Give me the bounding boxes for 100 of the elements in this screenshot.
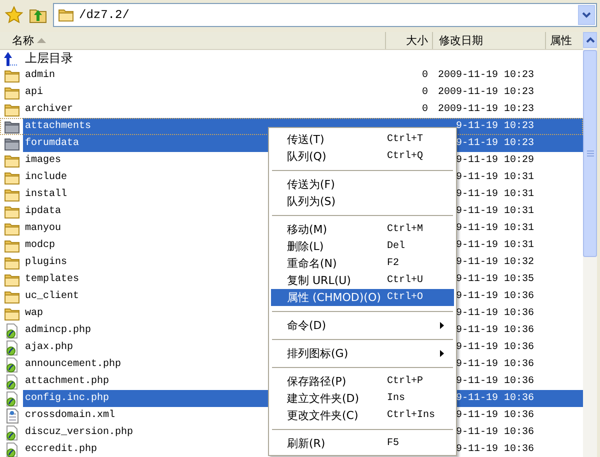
php-file-icon bbox=[4, 340, 20, 356]
menu-item[interactable]: 队列为(S) bbox=[271, 193, 454, 210]
menu-item[interactable]: 建立文件夹(D) Ins bbox=[271, 390, 454, 407]
modified-date: 9-11-19 10:31 bbox=[456, 172, 534, 183]
folder-icon bbox=[4, 152, 20, 168]
scrollbar[interactable] bbox=[583, 32, 597, 457]
file-name[interactable]: discuz_version.php bbox=[23, 427, 136, 438]
menu-item[interactable]: 保存路径(P) Ctrl+P bbox=[271, 373, 454, 390]
file-name[interactable]: announcement.php bbox=[23, 359, 124, 370]
modified-date: 9-11-19 10:29 bbox=[456, 155, 534, 166]
file-name[interactable]: api bbox=[23, 87, 46, 98]
file-name[interactable]: crossdomain.xml bbox=[23, 410, 118, 421]
file-name[interactable]: plugins bbox=[23, 257, 70, 268]
menu-item[interactable]: 传送为(F) bbox=[271, 176, 454, 193]
menu-item[interactable]: 队列(Q) Ctrl+Q bbox=[271, 148, 454, 165]
grip-icon bbox=[586, 150, 594, 157]
file-size: 0 bbox=[422, 87, 428, 98]
scroll-up-button[interactable] bbox=[583, 32, 597, 48]
menu-item[interactable]: 排列图标(G) bbox=[271, 345, 454, 362]
folder-icon bbox=[4, 306, 20, 322]
modified-date: 9-11-19 10:36 bbox=[456, 427, 534, 438]
menu-item[interactable]: 更改文件夹(C) Ctrl+Ins bbox=[271, 407, 454, 424]
chevron-up-icon bbox=[586, 37, 594, 43]
menu-item[interactable]: 移动(M) Ctrl+M bbox=[271, 221, 454, 238]
menu-item[interactable]: 属性 (CHMOD)(O) Ctrl+O bbox=[271, 289, 454, 306]
file-name[interactable]: wap bbox=[23, 308, 46, 319]
file-name[interactable]: ajax.php bbox=[23, 342, 76, 353]
menu-item[interactable]: 命令(D) bbox=[271, 317, 454, 334]
column-header[interactable]: 大小 bbox=[385, 32, 432, 49]
folder-icon bbox=[4, 220, 20, 236]
file-name[interactable]: admin bbox=[23, 70, 58, 81]
php-file-icon bbox=[4, 390, 20, 406]
file-name[interactable]: include bbox=[23, 172, 70, 183]
chevron-down-icon bbox=[582, 12, 591, 18]
modified-date: 9-11-19 10:36 bbox=[456, 291, 534, 302]
file-name[interactable]: admincp.php bbox=[23, 325, 94, 336]
folder-icon bbox=[4, 118, 20, 134]
file-name[interactable]: modcp bbox=[23, 240, 58, 251]
file-name[interactable]: manyou bbox=[23, 223, 64, 234]
scroll-thumb[interactable] bbox=[583, 50, 597, 257]
modified-date: 9-11-19 10:23 bbox=[456, 138, 534, 149]
column-header[interactable]: 修改日期 bbox=[432, 32, 545, 49]
folder-icon bbox=[4, 238, 20, 254]
submenu-arrow-icon bbox=[440, 350, 444, 357]
modified-date: 9-11-19 10:36 bbox=[456, 410, 534, 421]
xml-file-icon bbox=[4, 408, 20, 424]
file-name[interactable]: archiver bbox=[23, 104, 76, 115]
file-size: 0 bbox=[422, 104, 428, 115]
menu-item[interactable]: 重命名(N) F2 bbox=[271, 255, 454, 272]
file-name[interactable]: attachment.php bbox=[23, 376, 112, 387]
menu-item[interactable]: 删除(L) Del bbox=[271, 238, 454, 255]
modified-date: 9-11-19 10:36 bbox=[456, 325, 534, 336]
file-name[interactable]: ipdata bbox=[23, 206, 64, 217]
modified-date: 9-11-19 10:35 bbox=[456, 274, 534, 285]
star-icon[interactable] bbox=[5, 6, 23, 24]
modified-date: 9-11-19 10:36 bbox=[456, 359, 534, 370]
folder-icon bbox=[4, 272, 20, 288]
modified-date: 9-11-19 10:36 bbox=[456, 393, 534, 404]
modified-date: 2009-11-19 10:23 bbox=[438, 70, 534, 81]
modified-date: 9-11-19 10:23 bbox=[456, 121, 534, 132]
file-size: 0 bbox=[422, 70, 428, 81]
folder-icon bbox=[4, 186, 20, 202]
php-file-icon bbox=[4, 374, 20, 390]
modified-date: 9-11-19 10:36 bbox=[456, 342, 534, 353]
column-header[interactable]: 名称 bbox=[0, 32, 385, 49]
modified-date: 2009-11-19 10:23 bbox=[438, 87, 534, 98]
address-field[interactable]: /dz7.2/ bbox=[53, 2, 597, 26]
php-file-icon bbox=[4, 424, 20, 440]
folder-icon bbox=[4, 68, 20, 84]
file-name[interactable]: install bbox=[23, 189, 70, 200]
menu-item[interactable]: 传送(T) Ctrl+T bbox=[271, 131, 454, 148]
modified-date: 9-11-19 10:36 bbox=[456, 444, 534, 455]
folder-icon bbox=[58, 6, 74, 22]
file-name[interactable]: templates bbox=[23, 274, 82, 285]
file-name[interactable]: 上层目录 bbox=[23, 50, 75, 67]
menu-item[interactable]: 刷新(R) F5 bbox=[271, 435, 454, 452]
folder-icon bbox=[4, 84, 20, 100]
modified-date: 9-11-19 10:31 bbox=[456, 189, 534, 200]
folder-icon bbox=[4, 254, 20, 270]
modified-date: 9-11-19 10:31 bbox=[456, 223, 534, 234]
modified-date: 9-11-19 10:31 bbox=[456, 240, 534, 251]
folder-icon bbox=[4, 136, 20, 152]
modified-date: 9-11-19 10:36 bbox=[456, 376, 534, 387]
parent-folder-icon bbox=[4, 50, 20, 66]
submenu-arrow-icon bbox=[440, 322, 444, 329]
file-name[interactable]: uc_client bbox=[23, 291, 82, 302]
folder-icon bbox=[4, 204, 20, 220]
dropdown-button[interactable] bbox=[578, 4, 595, 24]
menu-item[interactable]: 复制 URL(U) Ctrl+U bbox=[271, 272, 454, 289]
modified-date: 2009-11-19 10:23 bbox=[438, 104, 534, 115]
sort-ascending-icon bbox=[37, 38, 46, 43]
folder-icon bbox=[4, 170, 20, 186]
modified-date: 9-11-19 10:31 bbox=[456, 206, 534, 217]
folder-icon bbox=[4, 102, 20, 118]
php-file-icon bbox=[4, 322, 20, 338]
file-name[interactable]: images bbox=[23, 155, 64, 166]
folder-icon bbox=[4, 288, 20, 304]
php-file-icon bbox=[4, 356, 20, 372]
file-name[interactable]: eccredit.php bbox=[23, 444, 100, 455]
modified-date: 9-11-19 10:32 bbox=[456, 257, 534, 268]
